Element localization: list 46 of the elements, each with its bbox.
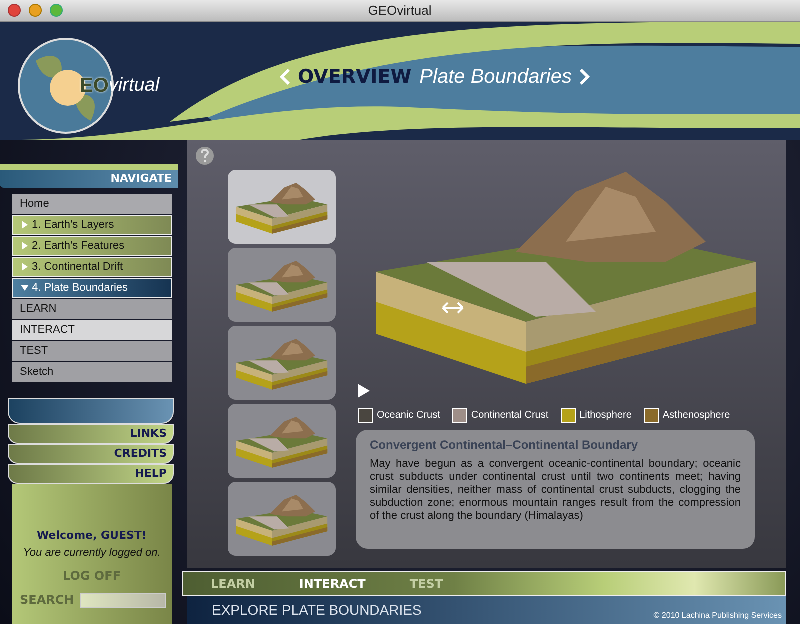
- zoom-icon[interactable]: [50, 4, 63, 17]
- triangle-right-icon: [21, 263, 29, 271]
- info-body: May have begun as a convergent oceanic-continental boundary; oceanic crust subducts under continental crust until two continents meet; having similar densities, neither mass of continental crust subducts, clogging the subduction zone; enormous mountain ranges result from the compression of the crust along the boundary (Himalayas): [370, 458, 741, 523]
- login-status-text: You are currently logged on.: [23, 546, 161, 560]
- thumbnail[interactable]: [228, 326, 336, 400]
- bottom-tab[interactable]: LEARN: [211, 574, 256, 592]
- nav-item[interactable]: TEST: [12, 341, 172, 361]
- search-label: SEARCH: [20, 592, 74, 609]
- legend-label: Oceanic Crust: [377, 409, 440, 423]
- legend-label: Continental Crust: [471, 409, 549, 423]
- triangle-down-icon: [21, 284, 29, 292]
- help-icon[interactable]: [195, 146, 215, 166]
- nav-item[interactable]: Sketch: [12, 362, 172, 382]
- legend-label: Asthenosphere: [662, 409, 730, 423]
- link-tab[interactable]: LINKS: [8, 424, 174, 444]
- nav-item[interactable]: Home: [12, 194, 172, 214]
- thumbnail[interactable]: [228, 170, 336, 244]
- search-field[interactable]: [80, 592, 166, 608]
- topic-title: Plate Boundaries: [420, 65, 572, 90]
- double-arrow-icon[interactable]: [442, 302, 464, 314]
- window-title: GEOvirtual: [368, 2, 432, 20]
- triangle-right-icon: [21, 221, 29, 229]
- chevron-left-icon[interactable]: [280, 69, 290, 85]
- legend-label: Lithosphere: [580, 409, 632, 423]
- nav-item[interactable]: 4. Plate Boundaries: [12, 278, 172, 298]
- thumbnail[interactable]: [228, 404, 336, 478]
- copyright-text: © 2010 Lachina Publishing Services: [654, 610, 782, 622]
- chevron-right-icon[interactable]: [580, 69, 590, 85]
- welcome-text: Welcome, GUEST!: [37, 528, 147, 544]
- info-title: Convergent Continental–Continental Boundary: [370, 437, 640, 454]
- footer-title: EXPLORE PLATE BOUNDARIES: [212, 600, 422, 620]
- link-tab[interactable]: CREDITS: [8, 444, 174, 464]
- play-icon[interactable]: [358, 384, 370, 398]
- nav-item[interactable]: 1. Earth's Layers: [12, 215, 172, 235]
- close-icon[interactable]: [8, 4, 21, 17]
- nav-item[interactable]: 3. Continental Drift: [12, 257, 172, 277]
- navigate-label: NAVIGATE: [110, 170, 172, 187]
- bottom-tab[interactable]: INTERACT: [299, 574, 366, 592]
- thumbnail[interactable]: [228, 482, 336, 556]
- nav-item[interactable]: INTERACT: [12, 320, 172, 340]
- thumbnail[interactable]: [228, 248, 336, 322]
- nav-item[interactable]: 2. Earth's Features: [12, 236, 172, 256]
- minimize-icon[interactable]: [29, 4, 42, 17]
- nav-item[interactable]: LEARN: [12, 299, 172, 319]
- triangle-right-icon: [21, 242, 29, 250]
- link-tab[interactable]: HELP: [8, 464, 174, 484]
